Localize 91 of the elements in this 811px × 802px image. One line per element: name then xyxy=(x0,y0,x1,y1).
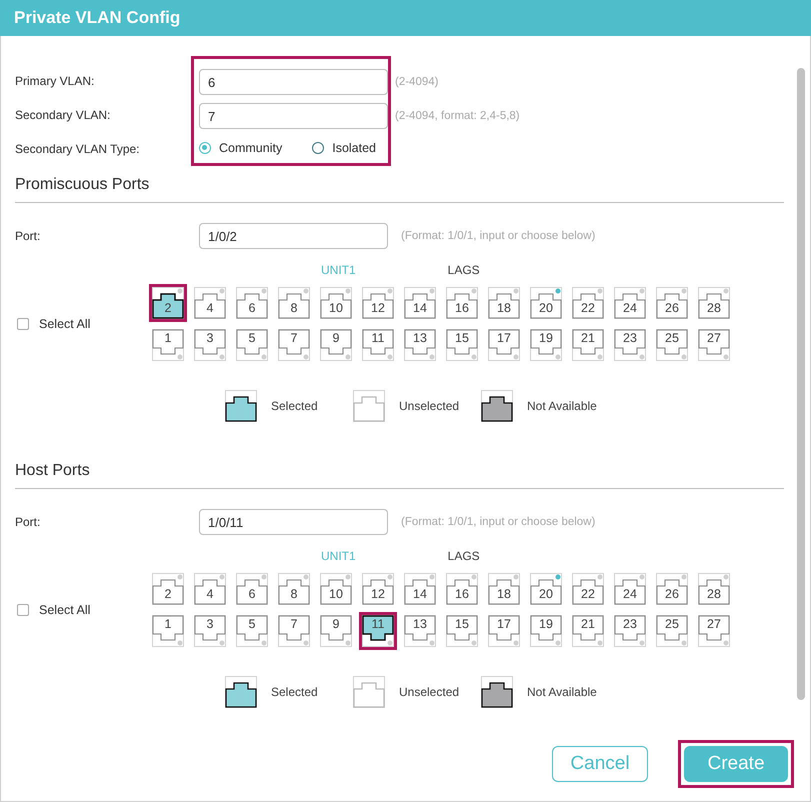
port-button[interactable]: 16 xyxy=(446,573,478,605)
port-legend-icon xyxy=(353,676,385,708)
field-label: Port: xyxy=(15,229,42,243)
port-legend-icon xyxy=(225,676,257,708)
port-button[interactable]: 5 xyxy=(236,329,268,361)
port-button[interactable]: 9 xyxy=(320,615,352,647)
port-button[interactable]: 25 xyxy=(656,329,688,361)
port-legend-icon xyxy=(481,676,513,708)
legend-label: Not Available xyxy=(527,685,597,699)
legend-label: Unselected xyxy=(399,685,460,699)
window-title: Private VLAN Config xyxy=(14,8,180,28)
port-button[interactable]: 21 xyxy=(572,329,604,361)
port-button[interactable]: 11 xyxy=(362,615,394,647)
input-field[interactable]: 6 xyxy=(199,69,388,95)
port-button[interactable]: 15 xyxy=(446,615,478,647)
port-button[interactable]: 12 xyxy=(362,573,394,605)
port-button[interactable]: 12 xyxy=(362,287,394,319)
hint-text: (Format: 1/0/1, input or choose below) xyxy=(401,516,596,528)
hint-text: (Format: 1/0/1, input or choose below) xyxy=(401,230,596,242)
section-heading: Promiscuous Ports xyxy=(15,168,784,203)
port-button[interactable]: 17 xyxy=(488,615,520,647)
port-button[interactable]: 14 xyxy=(404,287,436,319)
field-label: Secondary VLAN Type: xyxy=(15,141,141,158)
legend-label: Selected xyxy=(271,399,318,413)
input-field[interactable]: 7 xyxy=(199,103,388,129)
port-button[interactable]: 8 xyxy=(278,287,310,319)
port-button[interactable]: 7 xyxy=(278,329,310,361)
hint-text: (2-4094, format: 2,4-5,8) xyxy=(395,110,520,122)
field-label: Primary VLAN: xyxy=(15,73,96,90)
port-button[interactable]: 6 xyxy=(236,287,268,319)
port-button[interactable]: 26 xyxy=(656,287,688,319)
port-button[interactable]: 8 xyxy=(278,573,310,605)
port-button[interactable]: 24 xyxy=(614,287,646,319)
port-button[interactable]: 1 xyxy=(152,329,184,361)
legend-label: Selected xyxy=(271,685,318,699)
port-button[interactable]: 26 xyxy=(656,573,688,605)
port-button[interactable]: 9 xyxy=(320,329,352,361)
port-button[interactable]: 22 xyxy=(572,287,604,319)
port-button[interactable]: 10 xyxy=(320,287,352,319)
scrollbar-thumb[interactable] xyxy=(797,68,805,700)
radio-option[interactable]: Community xyxy=(199,141,282,155)
port-button[interactable]: 27 xyxy=(698,329,730,361)
port-button[interactable]: 5 xyxy=(236,615,268,647)
port-button[interactable]: 2 xyxy=(152,573,184,605)
port-button[interactable]: 1 xyxy=(152,615,184,647)
field-label: Secondary VLAN: xyxy=(15,107,112,124)
field-label: Port: xyxy=(15,515,42,529)
select-all-checkbox[interactable]: Select All xyxy=(17,317,149,331)
port-button[interactable]: 22 xyxy=(572,573,604,605)
port-button[interactable]: 23 xyxy=(614,329,646,361)
section-heading: Host Ports xyxy=(15,454,784,489)
port-button[interactable]: 7 xyxy=(278,615,310,647)
port-button[interactable]: 11 xyxy=(362,329,394,361)
port-button[interactable]: 4 xyxy=(194,573,226,605)
port-button[interactable]: 24 xyxy=(614,573,646,605)
tab[interactable]: LAGS xyxy=(448,549,480,563)
port-button[interactable]: 13 xyxy=(404,615,436,647)
port-button[interactable]: 28 xyxy=(698,287,730,319)
select-all-checkbox[interactable]: Select All xyxy=(17,603,149,617)
port-button[interactable]: 13 xyxy=(404,329,436,361)
port-button[interactable]: 2 xyxy=(152,287,184,319)
port-button[interactable]: 6 xyxy=(236,573,268,605)
port-button[interactable]: 16 xyxy=(446,287,478,319)
legend-label: Unselected xyxy=(399,399,460,413)
hint-text: (2-4094) xyxy=(395,76,438,88)
port-button[interactable]: 20 xyxy=(530,287,562,319)
port-button[interactable]: 18 xyxy=(488,573,520,605)
port-legend-icon xyxy=(353,390,385,422)
port-button[interactable]: 17 xyxy=(488,329,520,361)
port-button[interactable]: 27 xyxy=(698,615,730,647)
port-button[interactable]: 15 xyxy=(446,329,478,361)
port-button[interactable]: 25 xyxy=(656,615,688,647)
port-button[interactable]: 19 xyxy=(530,615,562,647)
input-field[interactable]: 1/0/11 xyxy=(199,509,388,535)
port-button[interactable]: 28 xyxy=(698,573,730,605)
port-button[interactable]: 20 xyxy=(530,573,562,605)
port-button[interactable]: 19 xyxy=(530,329,562,361)
legend-label: Not Available xyxy=(527,399,597,413)
port-legend-icon xyxy=(225,390,257,422)
radio-option[interactable]: Isolated xyxy=(312,141,376,155)
port-legend-icon xyxy=(481,390,513,422)
port-button[interactable]: 18 xyxy=(488,287,520,319)
port-button[interactable]: 23 xyxy=(614,615,646,647)
input-field[interactable]: 1/0/2 xyxy=(199,223,388,249)
port-button[interactable]: 21 xyxy=(572,615,604,647)
port-button[interactable]: 4 xyxy=(194,287,226,319)
port-button[interactable]: 10 xyxy=(320,573,352,605)
port-button[interactable]: 3 xyxy=(194,329,226,361)
port-button[interactable]: 14 xyxy=(404,573,436,605)
tab[interactable]: LAGS xyxy=(448,263,480,277)
port-button[interactable]: 3 xyxy=(194,615,226,647)
